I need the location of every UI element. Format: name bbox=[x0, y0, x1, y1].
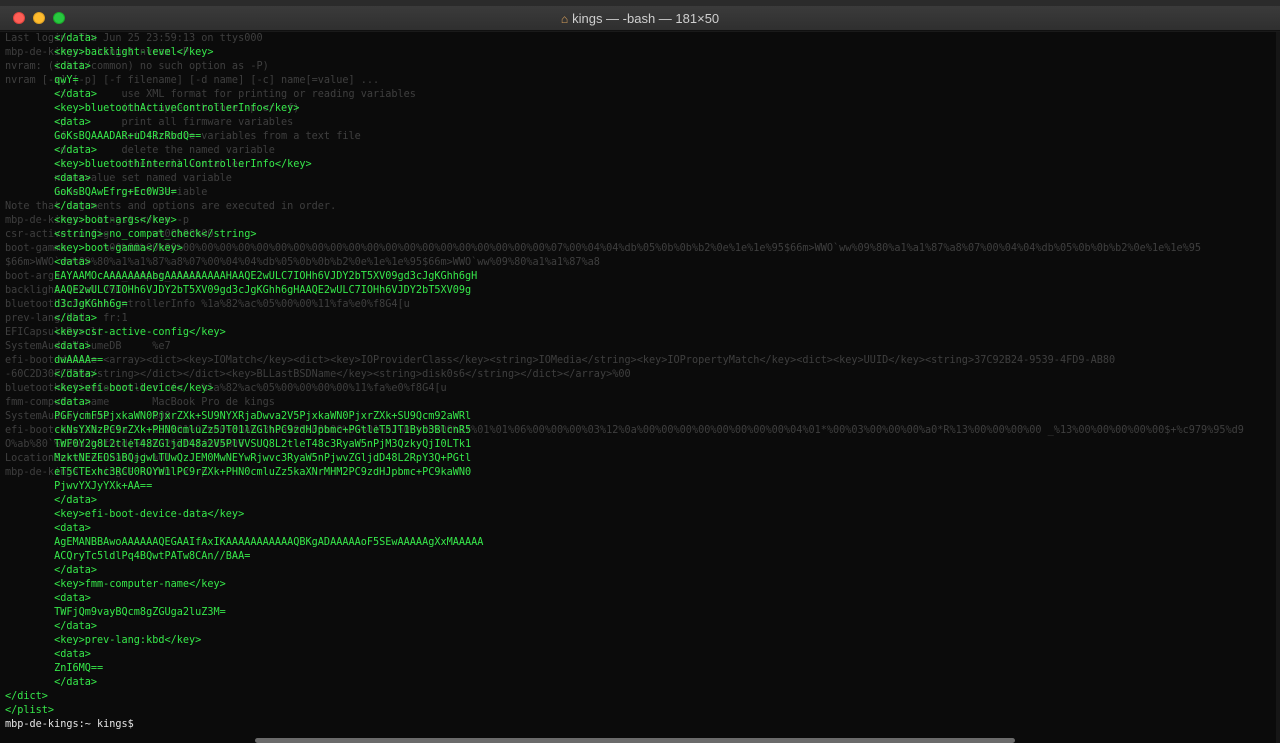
terminal-line: <key>efi-boot-device-data</key> bbox=[5, 509, 245, 520]
house-icon: ⌂ bbox=[560, 12, 569, 26]
window-title-text: kings — -bash — 181×50 bbox=[572, 11, 720, 26]
terminal-line: <data> bbox=[5, 257, 91, 268]
terminal-line: <data> bbox=[5, 173, 91, 184]
terminal-line: <key>bluetoothActiveControllerInfo</key> bbox=[5, 103, 300, 114]
terminal-line: qwY= bbox=[5, 75, 79, 86]
terminal-line: dwAAAA== bbox=[5, 355, 104, 366]
terminal-line: </dict> bbox=[5, 691, 48, 702]
terminal-line: </data> bbox=[5, 89, 98, 100]
terminal-line: <key>backlight-level</key> bbox=[5, 47, 214, 58]
terminal-content[interactable]: Last login: Thu Jun 25 23:59:13 on ttys0… bbox=[0, 32, 1276, 743]
terminal-line: AgEMANBBAwoAAAAAAQEGAAIfAxIKAAAAAAAAAAAQ… bbox=[5, 537, 484, 548]
terminal-output-layer: </data> <key>backlight-level</key> <data… bbox=[5, 32, 483, 732]
terminal-line: <data> bbox=[5, 61, 91, 72]
terminal-line: <data> bbox=[5, 523, 91, 534]
terminal-line: <key>bluetoothInternalControllerInfo</ke… bbox=[5, 159, 312, 170]
terminal-line: <key>boot-gamma</key> bbox=[5, 243, 183, 254]
terminal-line: eT5CTExhc3RCU0ROYW1lPC9rZXk+PHN0cmluZz5k… bbox=[5, 467, 472, 478]
terminal-line: <data> bbox=[5, 341, 91, 352]
terminal-line: GoKsBQAwEfrg+Ec0W3U= bbox=[5, 187, 177, 198]
terminal-line: </data> bbox=[5, 621, 98, 632]
terminal-line: ACQryTc5ldlPq4BQwtPATw8CAn//BAA= bbox=[5, 551, 251, 562]
horizontal-scrollbar[interactable] bbox=[255, 738, 1015, 743]
terminal-line: </data> bbox=[5, 369, 98, 380]
terminal-line: </data> bbox=[5, 495, 98, 506]
terminal-line: PGFycmF5PjxkaWN0PjxrZXk+SU9NYXRjaDwva2V5… bbox=[5, 411, 472, 422]
window-title-bar[interactable]: ⌂ kings — -bash — 181×50 bbox=[0, 6, 1280, 31]
terminal-line: <key>csr-active-config</key> bbox=[5, 327, 226, 338]
terminal-line: <key>boot-args</key> bbox=[5, 215, 177, 226]
terminal-line: d3cJgKGhh6g= bbox=[5, 299, 128, 310]
terminal-line: GoKsBQAAADAR+uD4RzRbdQ== bbox=[5, 131, 202, 142]
terminal-line: TWF0Y2g8L2tleT48ZGljdD48a2V5PlVVSUQ8L2tl… bbox=[5, 439, 472, 450]
terminal-line: ZnI6MQ== bbox=[5, 663, 104, 674]
terminal-line: </data> bbox=[5, 201, 98, 212]
terminal-line: <key>efi-boot-device</key> bbox=[5, 383, 214, 394]
terminal-line: </data> bbox=[5, 313, 98, 324]
terminal-line: AAQE2wULC7IOHh6VJDY2bT5XV09gd3cJgKGhh6gH… bbox=[5, 285, 472, 296]
terminal-line: <data> bbox=[5, 649, 91, 660]
terminal-line: <key>fmm-computer-name</key> bbox=[5, 579, 226, 590]
terminal-line: </data> bbox=[5, 565, 98, 576]
terminal-line: PjwvYXJyYXk+AA== bbox=[5, 481, 153, 492]
terminal-line: <data> bbox=[5, 117, 91, 128]
terminal-line: ckNsYXNzPC9rZXk+PHN0cmluZz5JT01lZGlhPC9z… bbox=[5, 425, 472, 436]
terminal-line: <string>-no_compat_check</string> bbox=[5, 229, 257, 240]
terminal-line: EAYAAMOcAAAAAAAAbgAAAAAAAAAAHAAQE2wULC7I… bbox=[5, 271, 478, 282]
vertical-scrollbar-track[interactable] bbox=[1276, 32, 1280, 743]
terminal-line: <data> bbox=[5, 593, 91, 604]
terminal-line: </data> bbox=[5, 33, 98, 44]
window-title: ⌂ kings — -bash — 181×50 bbox=[0, 11, 1280, 26]
terminal-line: TWFjQm9vayBQcm8gZGUga2luZ3M= bbox=[5, 607, 226, 618]
terminal-line: </data> bbox=[5, 677, 98, 688]
shell-prompt: mbp-de-kings:~ kings$ bbox=[5, 719, 140, 730]
terminal-line: </data> bbox=[5, 145, 98, 156]
terminal-line: MzktNEZEOS1BQjgwLTUwQzJEM0MwNEYwRjwvc3Ry… bbox=[5, 453, 472, 464]
terminal-line: <data> bbox=[5, 397, 91, 408]
terminal-line: </plist> bbox=[5, 705, 55, 716]
terminal-line: <key>prev-lang:kbd</key> bbox=[5, 635, 202, 646]
